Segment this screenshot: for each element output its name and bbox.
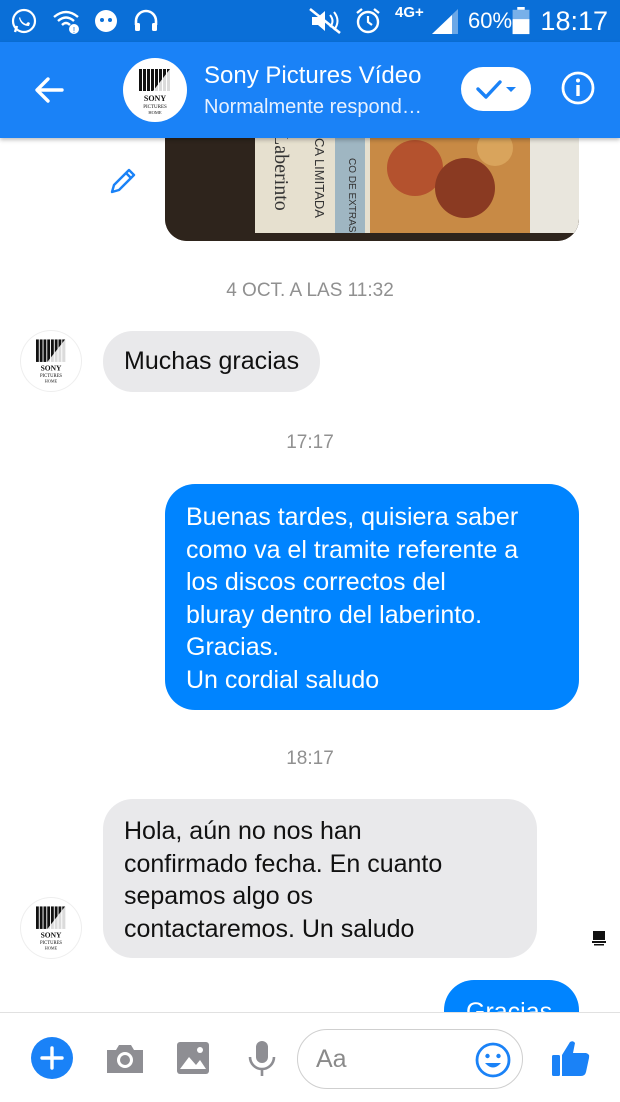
message-text: Muchas gracias	[124, 347, 300, 375]
microphone-icon[interactable]	[240, 1036, 284, 1080]
message-text: Hola, aún no nos han confirmado fecha. E…	[124, 817, 443, 943]
message-timestamp: 4 OCT. A LAS 11:32	[226, 280, 394, 301]
camera-icon[interactable]	[103, 1036, 147, 1080]
message-thread[interactable]: CO DE EXTRAS CA LIMITADA Laberinto 4 OCT…	[0, 138, 620, 1012]
alarm-icon	[356, 8, 380, 34]
conversation-header: SONY PICTURES HOME Sony Pictures Vídeo N…	[0, 42, 620, 138]
network-type: 4G+	[395, 4, 424, 21]
sony-pictures-logo: SONY PICTURES HOME	[139, 69, 170, 115]
message-text: Buenas tardes, quisiera saber como va el…	[186, 503, 519, 694]
sony-pictures-logo: SONY PICTURES HOME	[36, 906, 66, 951]
headset-icon	[134, 9, 158, 31]
svg-text:SONY: SONY	[41, 363, 62, 372]
incoming-message-bubble[interactable]: Hola, aún no nos han confirmado fecha. E…	[103, 799, 537, 958]
outgoing-message-bubble[interactable]: Gracias	[444, 980, 579, 1012]
photo-text-edition: CA LIMITADA	[312, 138, 327, 218]
thumbs-up-like-icon[interactable]	[549, 1036, 593, 1080]
contact-status: Normalmente respond…	[204, 96, 422, 118]
svg-text:SONY: SONY	[144, 94, 166, 103]
battery-percentage: 60%	[468, 8, 513, 33]
signal-icon	[432, 9, 458, 34]
gallery-image-icon[interactable]	[171, 1036, 215, 1080]
status-bar: ! 4G+ 60% 18:17	[0, 0, 620, 42]
photo-text-title: Laberinto	[270, 138, 292, 211]
contact-avatar-small[interactable]: SONY PICTURES HOME	[21, 331, 81, 391]
contact-avatar[interactable]: SONY PICTURES HOME	[123, 58, 187, 122]
info-icon[interactable]	[560, 70, 596, 106]
mark-resolved-button[interactable]	[461, 67, 531, 111]
whatsapp-icon	[11, 8, 37, 34]
checkmark-icon	[476, 80, 516, 99]
mute-icon	[309, 7, 341, 35]
game-controller-icon	[95, 10, 117, 32]
svg-text:HOME: HOME	[45, 379, 58, 384]
svg-text:!: !	[73, 26, 75, 35]
message-composer	[0, 1012, 620, 1102]
photo-message[interactable]: CO DE EXTRAS CA LIMITADA Laberinto	[165, 138, 579, 241]
pencil-edit-icon[interactable]	[106, 164, 140, 198]
svg-text:HOME: HOME	[148, 110, 162, 115]
outgoing-message-bubble[interactable]: Buenas tardes, quisiera saber como va el…	[165, 484, 579, 710]
add-plus-icon[interactable]	[30, 1036, 74, 1080]
emoji-icon[interactable]	[474, 1041, 512, 1079]
message-input[interactable]	[316, 1042, 466, 1076]
message-timestamp: 17:17	[286, 432, 334, 453]
contact-avatar-small[interactable]: SONY PICTURES HOME	[21, 898, 81, 958]
incoming-message-bubble[interactable]: Muchas gracias	[103, 331, 321, 392]
back-arrow-icon[interactable]	[28, 68, 72, 112]
message-input-container[interactable]	[297, 1029, 523, 1089]
svg-text:SONY: SONY	[41, 930, 62, 939]
photo-text-extras: CO DE EXTRAS	[346, 158, 357, 233]
sony-pictures-logo: SONY PICTURES HOME	[36, 339, 66, 384]
message-text: Gracias	[466, 998, 553, 1012]
message-timestamp: 18:17	[286, 748, 334, 769]
sony-pictures-logo	[592, 931, 606, 946]
read-receipt-avatar	[588, 928, 610, 950]
battery-icon	[512, 7, 530, 35]
wifi-alert-icon: !	[53, 10, 79, 35]
clock: 18:17	[540, 6, 608, 36]
contact-name[interactable]: Sony Pictures Vídeo	[204, 62, 421, 90]
svg-text:HOME: HOME	[45, 946, 58, 951]
bluray-case-photo: CO DE EXTRAS CA LIMITADA Laberinto	[165, 138, 579, 241]
